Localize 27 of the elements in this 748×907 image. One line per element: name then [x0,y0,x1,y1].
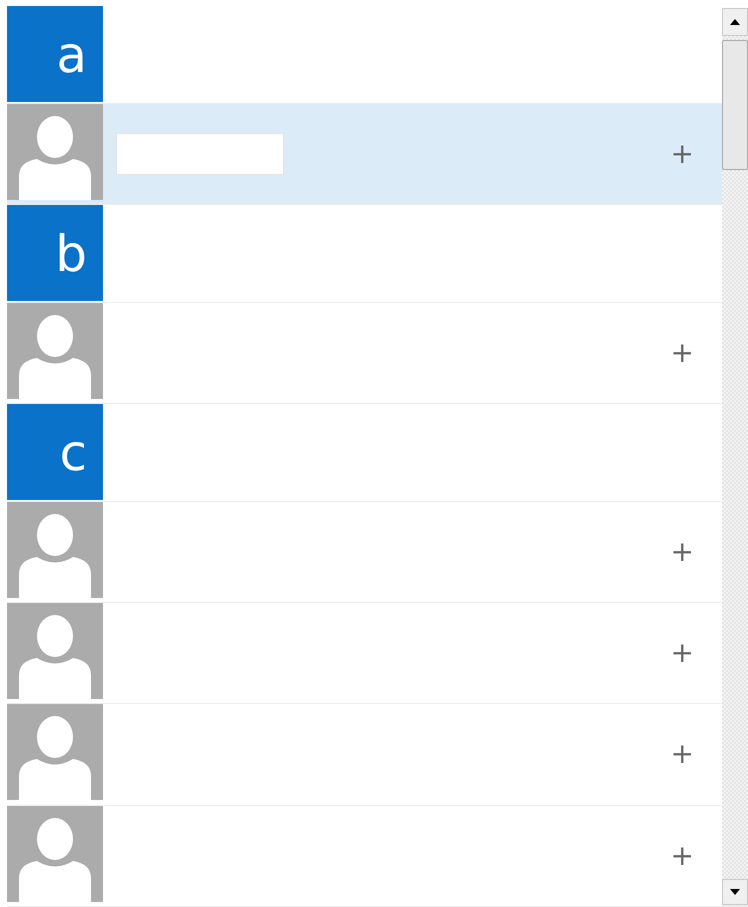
person-avatar-icon [7,602,103,699]
contact-row[interactable]: + [7,602,722,704]
person-avatar-icon [7,704,103,800]
contact-row[interactable]: + [7,502,722,603]
letter-tile[interactable]: b [7,204,103,301]
letter-tile[interactable]: a [7,6,103,102]
contact-row[interactable]: + [7,302,722,404]
add-contact-button[interactable]: + [670,639,694,668]
add-contact-button[interactable]: + [670,740,694,768]
scrollbar[interactable] [722,8,748,907]
scroll-up-button[interactable] [722,8,748,36]
add-contact-button[interactable]: + [670,338,694,367]
letter-tile[interactable]: c [7,404,103,500]
contact-row[interactable]: + [7,704,722,806]
scroll-thumb[interactable] [722,40,748,170]
person-avatar-icon [7,104,103,200]
contact-row[interactable]: + [7,104,722,205]
contact-row[interactable]: + [7,806,722,907]
add-contact-button[interactable]: + [670,842,694,870]
person-avatar-icon [7,806,103,902]
add-contact-button[interactable]: + [670,538,694,566]
up-arrow-icon [730,19,740,25]
down-arrow-icon [730,889,740,895]
person-avatar-icon [7,302,103,399]
scroll-down-button[interactable] [722,879,748,905]
person-avatar-icon [7,502,103,598]
add-contact-button[interactable]: + [670,140,694,168]
